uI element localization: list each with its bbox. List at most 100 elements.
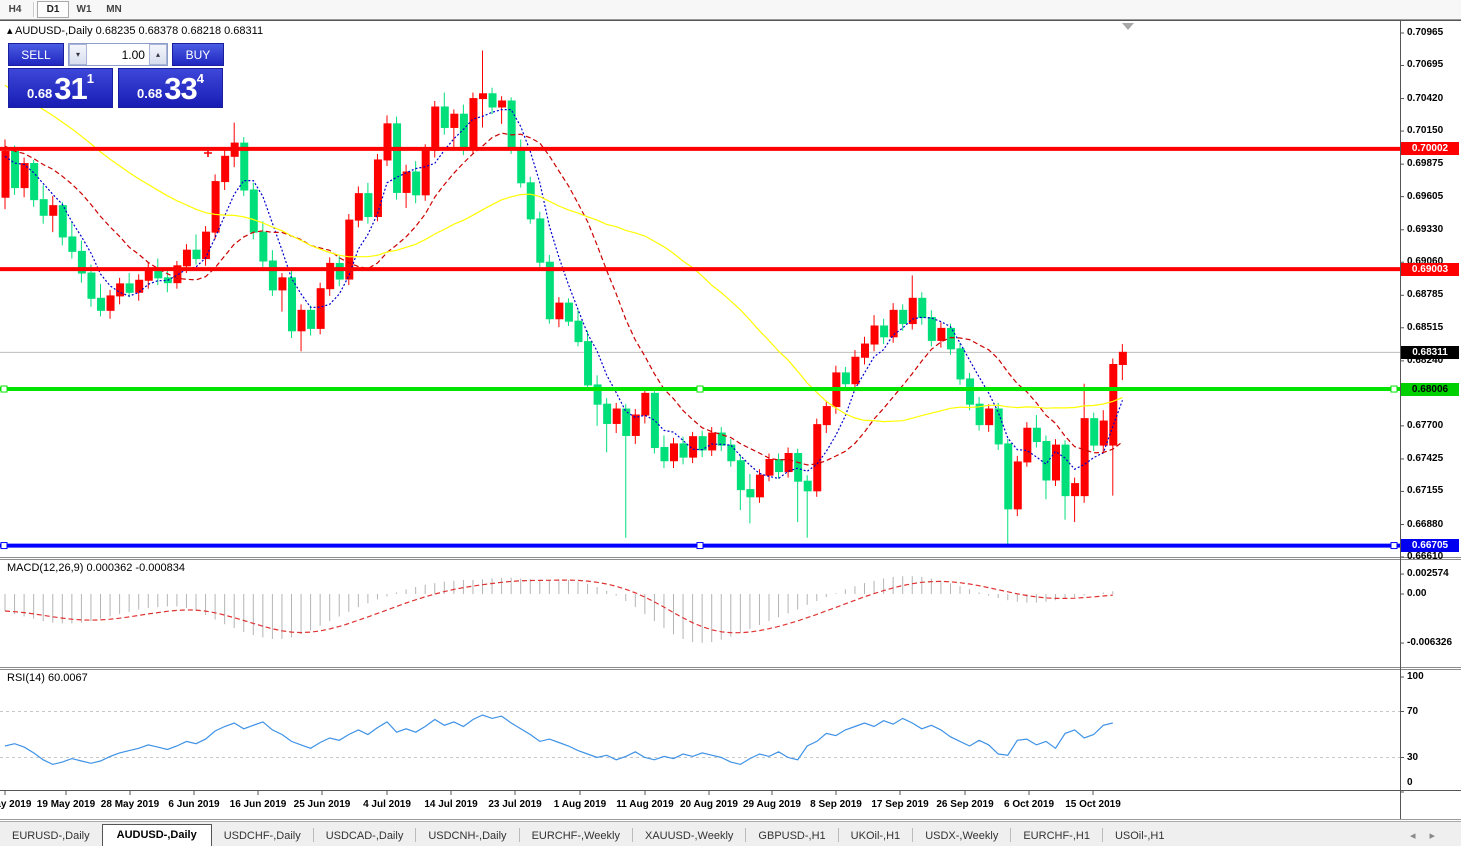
candle xyxy=(518,139,525,187)
candle xyxy=(537,212,544,267)
moving-average-line-34[interactable] xyxy=(5,85,1122,421)
date-tick-label: 6 Jun 2019 xyxy=(168,799,219,810)
price-tick-label: 0.70150 xyxy=(1407,125,1459,137)
candle xyxy=(919,292,926,324)
tab-scroll-right-icon[interactable]: ▸ xyxy=(1429,830,1449,842)
bid-price-button[interactable]: 0.68311 xyxy=(8,68,113,108)
candle xyxy=(967,373,974,410)
volume-stepper: ▾ ▴ xyxy=(68,43,168,66)
candle xyxy=(795,449,802,522)
candle xyxy=(527,177,534,224)
chart-shift-marker-icon[interactable] xyxy=(1122,23,1134,30)
candle xyxy=(394,117,401,200)
candle xyxy=(279,273,286,312)
candle xyxy=(98,284,105,316)
candle xyxy=(289,271,296,338)
chart-tab-usdx-weekly[interactable]: USDX-,Weekly xyxy=(913,826,1010,846)
candle xyxy=(355,186,362,227)
date-tick-label: 29 Aug 2019 xyxy=(743,799,801,810)
date-tick-label: 9 May 2019 xyxy=(0,799,31,810)
price-tick-label: 0.70420 xyxy=(1407,93,1459,105)
line-handle[interactable] xyxy=(1391,543,1397,549)
sell-button[interactable]: SELL xyxy=(8,43,64,66)
candle xyxy=(21,158,28,198)
candle xyxy=(422,144,429,201)
line-handle[interactable] xyxy=(1,386,7,392)
chart-tab-audusd-daily[interactable]: AUDUSD-,Daily xyxy=(102,824,212,846)
macd-panel[interactable] xyxy=(5,576,1113,643)
candle xyxy=(546,255,553,324)
chart-tab-eurchf-h1[interactable]: EURCHF-,H1 xyxy=(1011,826,1102,846)
candle xyxy=(1110,358,1117,495)
candle xyxy=(613,403,620,433)
rsi-panel[interactable] xyxy=(0,712,1400,765)
price-tick-label: 0.66880 xyxy=(1407,519,1459,531)
chart-canvas[interactable] xyxy=(0,0,1461,846)
price-badge: 0.68311 xyxy=(1401,346,1459,359)
volume-decrease-icon[interactable]: ▾ xyxy=(69,44,87,65)
candle xyxy=(823,401,830,433)
chart-tab-usoil-h1[interactable]: USOil-,H1 xyxy=(1103,826,1177,846)
line-handle[interactable] xyxy=(697,543,703,549)
chart-title: ▴ AUDUSD-,Daily 0.68235 0.68378 0.68218 … xyxy=(7,24,263,37)
collapse-triangle-icon[interactable]: ▴ xyxy=(7,25,13,37)
candle xyxy=(594,375,601,426)
candle xyxy=(976,397,983,431)
candle xyxy=(728,439,735,467)
candle xyxy=(1081,384,1088,503)
chart-tab-ukoil-h1[interactable]: UKOil-,H1 xyxy=(839,826,913,846)
candle xyxy=(298,304,305,351)
chart-tab-eurusd-daily[interactable]: EURUSD-,Daily xyxy=(0,826,102,846)
candle xyxy=(776,454,783,479)
rsi-indicator-label: RSI(14) 60.0067 xyxy=(7,672,88,684)
ask-price-button[interactable]: 0.68334 xyxy=(118,68,223,108)
candle xyxy=(947,324,954,355)
candle xyxy=(508,97,515,154)
price-tick-label: 0.69330 xyxy=(1407,224,1459,236)
tab-scroll-left-icon[interactable]: ◂ xyxy=(1410,830,1430,842)
candle xyxy=(203,226,210,266)
candle xyxy=(451,109,458,150)
candle xyxy=(489,88,496,114)
candle xyxy=(632,409,639,444)
candle xyxy=(1005,439,1012,545)
line-handle[interactable] xyxy=(1391,386,1397,392)
candle xyxy=(1033,415,1040,447)
candle xyxy=(222,150,229,190)
price-tick-label: 0.66610 xyxy=(1407,551,1459,563)
candle xyxy=(69,221,76,258)
candle xyxy=(862,337,869,365)
candle xyxy=(1072,478,1079,523)
candle xyxy=(136,274,143,300)
buy-button[interactable]: BUY xyxy=(172,43,224,66)
chart-tab-usdcad-daily[interactable]: USDCAD-,Daily xyxy=(314,826,416,846)
candle xyxy=(441,93,448,135)
date-tick-label: 17 Sep 2019 xyxy=(871,799,928,810)
line-handle[interactable] xyxy=(697,386,703,392)
rsi-tick-label: 0 xyxy=(1407,777,1459,789)
candle xyxy=(241,137,248,196)
chart-tab-eurchf-weekly[interactable]: EURCHF-,Weekly xyxy=(520,826,632,846)
candle xyxy=(260,221,267,267)
moving-average-line-5[interactable] xyxy=(5,110,1122,479)
chart-tab-xauusd-weekly[interactable]: XAUUSD-,Weekly xyxy=(633,826,745,846)
candle xyxy=(78,241,85,283)
candle xyxy=(250,183,257,240)
moving-average-line-13[interactable] xyxy=(5,133,1122,465)
candle xyxy=(718,427,725,451)
volume-input[interactable] xyxy=(87,44,149,65)
volume-increase-icon[interactable]: ▴ xyxy=(149,44,167,65)
candle xyxy=(881,319,888,344)
chart-tab-usdchf-daily[interactable]: USDCHF-,Daily xyxy=(212,826,313,846)
macd-tick-label: 0.00 xyxy=(1407,588,1459,600)
ohlc-values: 0.68235 0.68378 0.68218 0.68311 xyxy=(96,25,263,37)
chart-tab-usdcnh-daily[interactable]: USDCNH-,Daily xyxy=(416,826,518,846)
candle xyxy=(308,306,315,336)
candle xyxy=(126,273,133,297)
candle xyxy=(1091,413,1098,452)
macd-tick-label: 0.002574 xyxy=(1407,568,1459,580)
price-tick-label: 0.69875 xyxy=(1407,158,1459,170)
line-handle[interactable] xyxy=(1,543,7,549)
price-tick-label: 0.67155 xyxy=(1407,485,1459,497)
chart-tab-gbpusd-h1[interactable]: GBPUSD-,H1 xyxy=(746,826,837,846)
